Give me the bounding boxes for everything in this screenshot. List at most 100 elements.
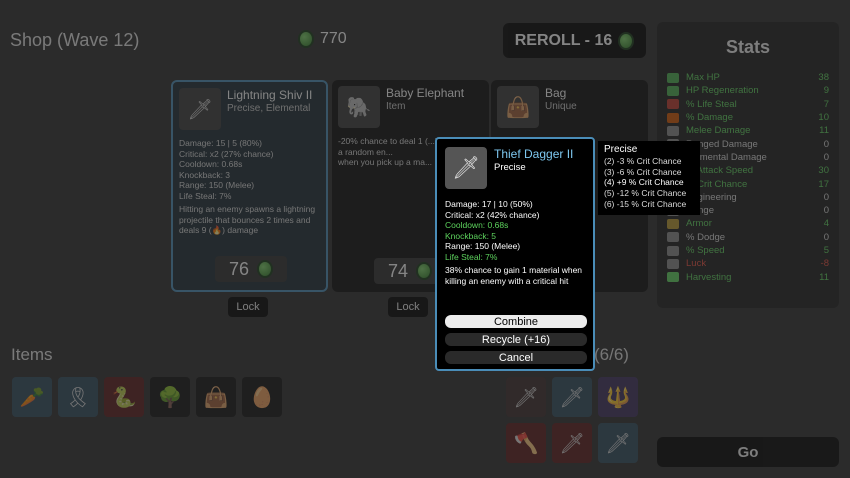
popup-life-steal: Life Steal: 7% [445,251,498,262]
spear-icon[interactable]: 🔱 [598,377,638,417]
popup-cooldown: Cooldown: 0.68s [445,220,509,230]
items-title: Items [11,345,53,364]
tooltip-row: (6) -15 % Crit Chance [604,198,687,209]
combine-button[interactable]: Combine [445,315,587,328]
material-icon [416,262,433,280]
stat-row: Melee Damage 11 [657,124,839,137]
stat-row: % Damage 10 [657,111,839,124]
stat-value: 4 [823,218,829,230]
card-type: Precise, Elemental [227,103,311,114]
reroll-button[interactable]: REROLL - 16 [503,23,646,58]
popup-critical: Critical: x2 (42% chance) [445,209,540,220]
tooltip-row: (3) -6 % Crit Chance [604,166,682,177]
card-name: Bag [545,86,567,100]
card-description: Damage: 15 | 5 (80%) Critical: x2 (27% c… [179,138,320,236]
card-effect: Hitting an enemy spawns a lightning proj… [179,204,316,235]
stat-name: Range [686,205,714,217]
popup-weapon-type: Precise [494,162,526,173]
stat-name: HP Regeneration [686,85,759,97]
dagger-icon[interactable]: 🗡 [552,377,592,417]
items-grid: 🥕 🎗 🐍 🌳 👜 🥚 [12,377,282,417]
carrot-icon[interactable]: 🥕 [12,377,52,417]
tooltip-row: (5) -12 % Crit Chance [604,188,687,199]
stat-name: Ranged Damage [686,138,758,150]
stat-value: 38 [818,72,829,84]
egg-icon[interactable]: 🥚 [242,377,282,417]
material-icon [618,31,635,50]
material-icon [298,30,314,48]
stat-name: Armor [686,218,712,230]
cancel-button[interactable]: Cancel [445,351,587,364]
price-value: 74 [387,260,409,281]
stat-value: 10 [818,112,829,124]
stat-icon [667,125,679,136]
stat-icon [667,258,679,269]
stat-icon [667,218,679,229]
bag-icon: 👜 [497,86,539,128]
card-line: Knockback: 3 [179,169,231,180]
weapon-popup: 🗡 Thief Dagger II Precise Damage: 17 | 1… [435,137,595,371]
card-line: Critical: x2 (27% chance) [179,148,274,159]
stat-icon [667,245,679,256]
elephant-icon: 🐘 [338,86,380,128]
stat-value: 0 [823,138,829,150]
recycle-button[interactable]: Recycle (+16) [445,333,587,346]
lock-button[interactable]: Lock [228,297,268,317]
belt-icon[interactable]: 🎗 [58,377,98,417]
stat-value: 0 [823,205,829,217]
card-line: Cooldown: 0.68s [179,159,243,169]
tooltip-row: (4) +9 % Crit Chance [604,177,684,188]
price-value: 76 [228,258,250,279]
stat-name: Max HP [686,72,720,84]
stat-icon [667,85,679,96]
stat-value: 5 [823,245,829,256]
stat-value: 11 [819,271,829,283]
stat-row: % Life Steal 7 [657,98,839,111]
card-name: Lightning Shiv II [227,88,313,102]
popup-range: Range: 150 (Melee) [445,241,521,251]
bag-icon[interactable]: 👜 [196,377,236,417]
stat-name: % Attack Speed [686,165,754,177]
materials-counter: 770 [298,30,347,48]
material-icon [257,260,274,278]
snake-icon[interactable]: 🐍 [104,377,144,417]
dagger-icon: 🗡 [445,147,487,189]
tooltip-title: Precise [604,144,638,155]
stat-row: Max HP 38 [657,71,839,84]
popup-weapon-name: Thief Dagger II [494,147,574,161]
stat-name: Luck [686,258,707,270]
stat-value: 7 [823,98,829,110]
stat-value: 9 [823,85,829,97]
axe-icon[interactable]: 🪓 [506,423,546,463]
stat-icon [667,232,679,243]
stat-row: % Speed 5 [657,244,839,257]
popup-knockback: Knockback: 5 [445,230,497,241]
lock-button[interactable]: Lock [388,297,428,317]
shop-title: Shop (Wave 12) [10,30,140,50]
stat-name: % Dodge [686,231,726,243]
tree-icon[interactable]: 🌳 [150,377,190,417]
dagger-icon[interactable]: 🗡 [598,423,638,463]
shop-card-lightning-shiv[interactable]: 🗡 Lightning Shiv II Precise, Elemental D… [171,80,328,292]
buy-button[interactable]: 76 [215,256,287,282]
stats-title: Stats [725,37,770,57]
card-type: Item [386,101,406,112]
card-line: Life Steal: 7% [179,190,232,201]
materials-value: 770 [320,30,347,47]
go-button[interactable]: Go [657,437,839,467]
popup-weapon-stats: Damage: 17 | 10 (50%) Critical: x2 (42% … [445,199,587,286]
stat-value: 30 [818,165,829,177]
card-type: Unique [545,101,577,112]
dagger-icon[interactable]: 🗡 [552,423,592,463]
stat-name: % Speed [686,245,725,256]
dagger-icon[interactable]: 🗡 [506,377,546,417]
stat-row: % Dodge 0 [657,231,839,244]
popup-effect: 38% chance to gain 1 material when killi… [445,265,583,286]
card-line: Range: 150 (Melee) [179,180,255,190]
stat-row: HP Regeneration 9 [657,84,839,97]
set-bonus-tooltip: Precise (2) -3 % Crit Chance (3) -6 % Cr… [598,141,700,215]
stat-icon [667,99,679,110]
stat-value: 0 [823,231,829,243]
stat-value: -8 [820,258,829,270]
card-line: Damage: 15 | 5 (80%) [179,138,262,148]
